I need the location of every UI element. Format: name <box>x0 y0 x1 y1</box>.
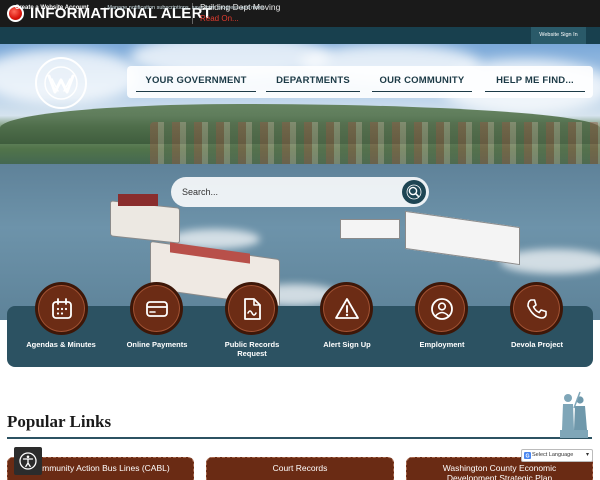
page: INFORMATIONAL ALERT Building Dept Moving… <box>0 0 600 480</box>
calendar-icon <box>51 297 72 319</box>
document-icon <box>243 297 261 320</box>
popular-links-divider <box>7 437 592 439</box>
quick-link-agendas[interactable] <box>35 282 88 335</box>
sign-in-button[interactable]: Website Sign In <box>531 27 586 44</box>
quick-link-label-devola-project[interactable]: Devola Project <box>497 340 577 350</box>
quick-links-panel <box>7 306 593 367</box>
language-select-label: Select Language <box>532 452 574 458</box>
nav-your-government[interactable]: YOUR GOVERNMENT <box>136 74 256 92</box>
quick-link-label-agendas[interactable]: Agendas & Minutes <box>21 340 101 350</box>
alert-read-on-link[interactable]: Read On... <box>200 14 239 24</box>
language-select[interactable]: G Select Language ▾ <box>521 449 593 462</box>
search-input[interactable] <box>182 185 382 199</box>
nav-help-me-find[interactable]: HELP ME FIND... <box>485 74 585 92</box>
city-seal-logo[interactable] <box>35 57 87 109</box>
accessibility-icon <box>19 452 37 470</box>
credit-card-icon <box>145 300 168 317</box>
account-bar <box>0 27 600 44</box>
quick-link-employment[interactable] <box>415 282 468 335</box>
quick-link-label-payments[interactable]: Online Payments <box>117 340 197 350</box>
quick-link-public-records[interactable] <box>225 282 278 335</box>
create-account-link[interactable]: Create a Website Account <box>15 3 89 13</box>
google-translate-icon: G <box>524 452 531 459</box>
svg-text:G: G <box>525 453 529 459</box>
popular-link-court-records[interactable]: Court Records <box>206 457 394 480</box>
person-icon <box>430 297 453 320</box>
quick-link-label-employment[interactable]: Employment <box>402 340 482 350</box>
warning-icon <box>334 297 359 319</box>
nav-our-community[interactable]: OUR COMMUNITY <box>372 74 472 92</box>
create-account-description: - Manage notification subscriptions, sav… <box>104 5 266 11</box>
search-button[interactable] <box>402 180 426 204</box>
phone-icon <box>526 298 547 319</box>
quick-link-devola-project[interactable] <box>510 282 563 335</box>
popular-links-heading: Popular Links <box>7 412 112 431</box>
quick-link-payments[interactable] <box>130 282 183 335</box>
quick-link-label-alert-sign-up[interactable]: Alert Sign Up <box>307 340 387 350</box>
statue-graphic <box>556 390 592 438</box>
quick-link-alert-sign-up[interactable] <box>320 282 373 335</box>
nav-departments[interactable]: DEPARTMENTS <box>266 74 360 92</box>
accessibility-button[interactable] <box>14 447 42 475</box>
search-icon <box>406 184 422 200</box>
quick-link-label-public-records[interactable]: Public Records Request <box>212 340 292 358</box>
chevron-down-icon: ▾ <box>585 452 589 458</box>
